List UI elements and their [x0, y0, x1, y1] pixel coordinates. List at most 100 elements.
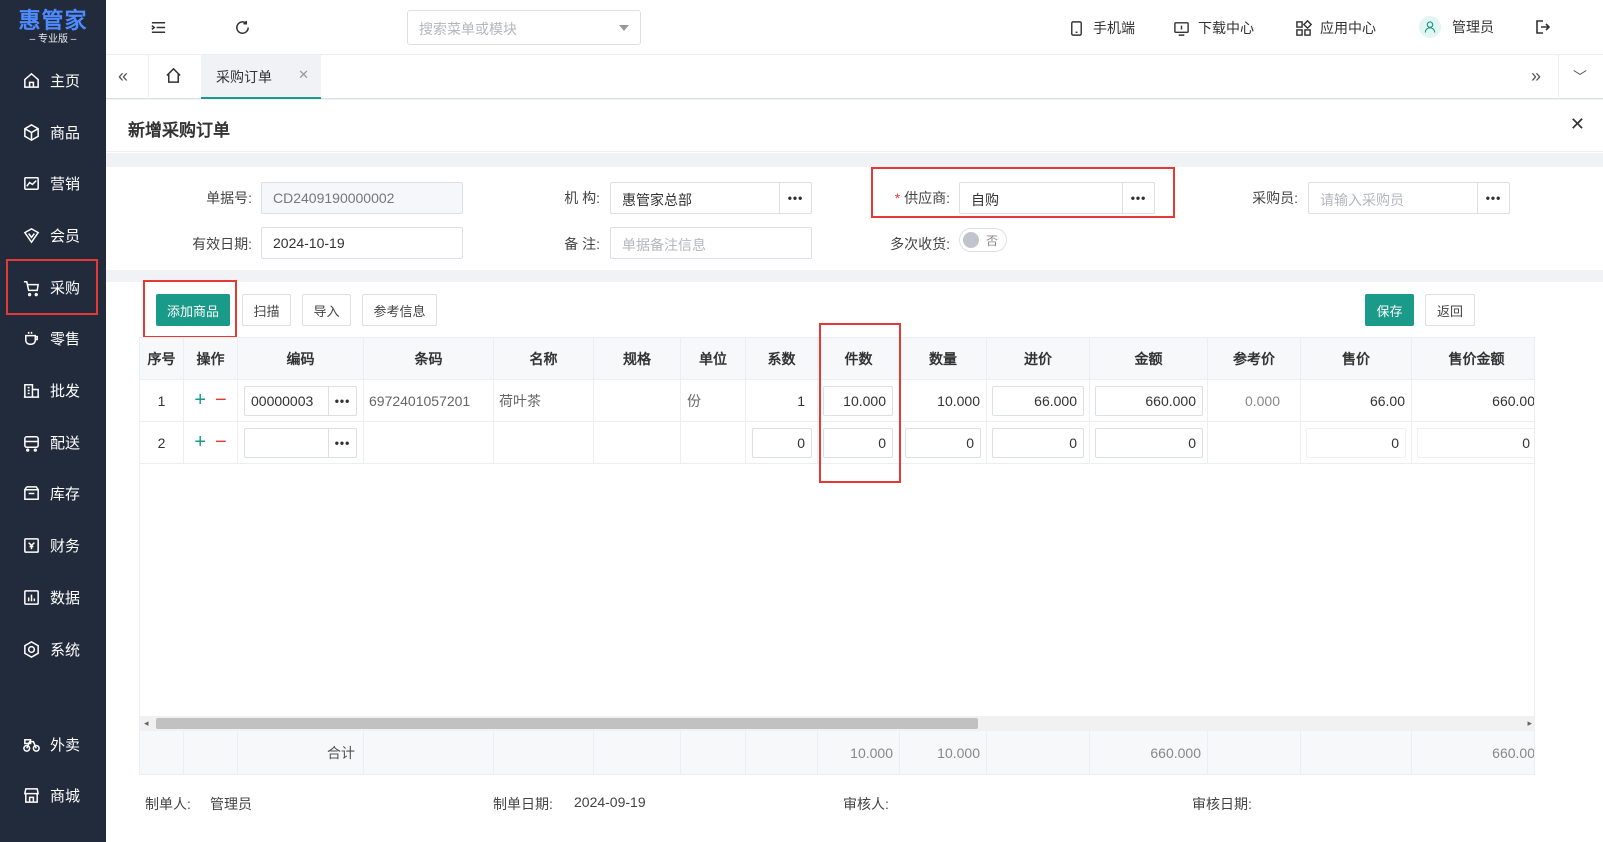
spec-cell	[594, 380, 681, 422]
maker-value: 管理员	[210, 796, 252, 812]
logo-title: 惠管家	[18, 7, 88, 33]
highlight-box	[143, 280, 237, 338]
qty-input[interactable]: 0	[905, 428, 981, 458]
sidebar-item-system[interactable]: 系统	[0, 627, 106, 671]
save-button[interactable]: 保存	[1365, 294, 1414, 326]
tabs-scroll-right-icon[interactable]: »	[1531, 66, 1541, 87]
close-tab-icon[interactable]: ✕	[298, 67, 309, 83]
amount-input[interactable]: 660.000	[1095, 386, 1203, 416]
column-header: 操作	[184, 338, 238, 380]
org-field[interactable]: 惠管家总部 •••	[610, 182, 812, 214]
horizontal-scrollbar[interactable]: ◂ ▸	[140, 716, 1534, 731]
sidebar-item-takeout[interactable]: 外卖	[0, 722, 106, 766]
multi-receive-toggle[interactable]: 否	[959, 228, 1007, 252]
price-input[interactable]: 66.000	[992, 386, 1084, 416]
price-input[interactable]: 0	[992, 428, 1084, 458]
sidebar-item-purchase[interactable]: 采购	[5, 258, 99, 316]
reference-info-button[interactable]: 参考信息	[362, 294, 437, 326]
total-qty: 10.000	[900, 731, 987, 774]
more-icon[interactable]: •••	[779, 183, 811, 213]
home-tab-icon[interactable]	[164, 66, 183, 88]
user-menu[interactable]: 管理员	[1419, 16, 1494, 38]
scan-button[interactable]: 扫描	[242, 294, 291, 326]
remark-field[interactable]: 单据备注信息	[610, 227, 812, 259]
tab-label: 采购订单	[216, 69, 272, 85]
sidebar-item-label: 采购	[50, 279, 81, 297]
totals-cell	[184, 731, 238, 774]
download-center-link[interactable]: 下载中心	[1173, 18, 1254, 38]
separator	[106, 270, 1603, 282]
box-icon	[24, 123, 39, 141]
sidebar-item-inventory[interactable]: 库存	[0, 471, 106, 515]
audit-date-label: 审核日期:	[1192, 796, 1252, 812]
logo[interactable]: 惠管家 – 专业版 –	[0, 0, 106, 55]
scroll-right-icon[interactable]: ▸	[1527, 718, 1532, 729]
scrollbar-thumb[interactable]	[156, 718, 978, 729]
sale-price-input[interactable]: 0	[1306, 428, 1406, 458]
more-icon[interactable]: •••	[328, 387, 356, 415]
column-header: 条码	[364, 338, 494, 380]
valid-date-field[interactable]: 2024-10-19	[261, 227, 463, 259]
mobile-link[interactable]: 手机端	[1068, 18, 1135, 38]
add-row-icon[interactable]: +	[194, 389, 206, 412]
code-cell: •••	[238, 422, 364, 464]
row-no: 2	[140, 422, 184, 464]
sale-amount-input[interactable]: 0	[1417, 428, 1534, 458]
tabs-scroll-left-icon[interactable]: «	[118, 66, 128, 87]
sidebar-item-delivery[interactable]: 配送	[0, 420, 106, 464]
sidebar-item-members[interactable]: 会员	[0, 213, 106, 257]
page-title: 新增采购订单	[128, 121, 230, 140]
remove-row-icon[interactable]: −	[215, 431, 227, 454]
sidebar-item-goods[interactable]: 商品	[0, 110, 106, 154]
menu-search-select[interactable]: 搜索菜单或模块	[407, 10, 641, 45]
sidebar-item-label: 商城	[50, 787, 81, 805]
remove-row-icon[interactable]: −	[215, 389, 227, 412]
member-icon	[23, 227, 40, 243]
menu-collapse-icon[interactable]	[150, 19, 167, 39]
buyer-field[interactable]: 请输入采购员 •••	[1308, 182, 1510, 214]
chevron-down-icon	[619, 25, 629, 31]
app-center-link[interactable]: 应用中心	[1295, 18, 1376, 38]
divider	[1558, 55, 1559, 99]
back-button[interactable]: 返回	[1425, 294, 1475, 326]
tab-purchase-order[interactable]: 采购订单 ✕	[201, 55, 321, 99]
factor-input[interactable]: 0	[752, 428, 812, 458]
code-input[interactable]: 00000003 •••	[244, 386, 357, 416]
amount-input[interactable]: 0	[1095, 428, 1203, 458]
sidebar-item-finance[interactable]: 财务	[0, 523, 106, 567]
sidebar-item-marketing[interactable]: 营销	[0, 161, 106, 205]
logout-icon[interactable]	[1533, 18, 1551, 39]
refresh-icon[interactable]	[234, 19, 251, 39]
more-icon[interactable]: •••	[328, 429, 356, 457]
code-input[interactable]: •••	[244, 428, 357, 458]
buyer-label: 采购员:	[1252, 190, 1298, 206]
user-name: 管理员	[1452, 19, 1494, 35]
barcode-cell	[364, 422, 494, 464]
make-date-label: 制单日期:	[493, 796, 553, 812]
divider	[148, 55, 149, 99]
sidebar-item-home[interactable]: 主页	[0, 58, 106, 102]
sidebar-item-wholesale[interactable]: 批发	[0, 368, 106, 412]
scroll-left-icon[interactable]: ◂	[144, 718, 149, 729]
more-icon[interactable]: •••	[1477, 183, 1509, 213]
tabs-menu-chevron-icon[interactable]: ﹀	[1573, 67, 1587, 87]
add-row-icon[interactable]: +	[194, 431, 206, 454]
sidebar-item-data[interactable]: 数据	[0, 575, 106, 619]
import-button[interactable]: 导入	[302, 294, 351, 326]
sidebar-item-retail[interactable]: 零售	[0, 316, 106, 360]
factor-cell: 0	[746, 422, 818, 464]
sidebar-item-label: 外卖	[50, 736, 81, 754]
highlight-box	[871, 167, 1175, 218]
close-icon[interactable]: ✕	[1570, 114, 1585, 135]
tabs-bar: « 采购订单 ✕ » ﹀	[106, 55, 1603, 99]
top-bar: 搜索菜单或模块 手机端 下载中心 应用中心 管理员	[106, 0, 1603, 55]
sidebar-item-label: 库存	[50, 485, 81, 503]
sale-amount-cell: 660.00	[1412, 380, 1534, 422]
sidebar-item-mall[interactable]: 商城	[0, 773, 106, 817]
column-header: 参考价	[1208, 338, 1301, 380]
highlight-box	[819, 323, 901, 483]
apps-label: 应用中心	[1320, 20, 1376, 36]
factor-cell: 1	[746, 380, 818, 422]
code-value: 00000003	[251, 393, 314, 409]
ref-price-cell	[1208, 422, 1301, 464]
